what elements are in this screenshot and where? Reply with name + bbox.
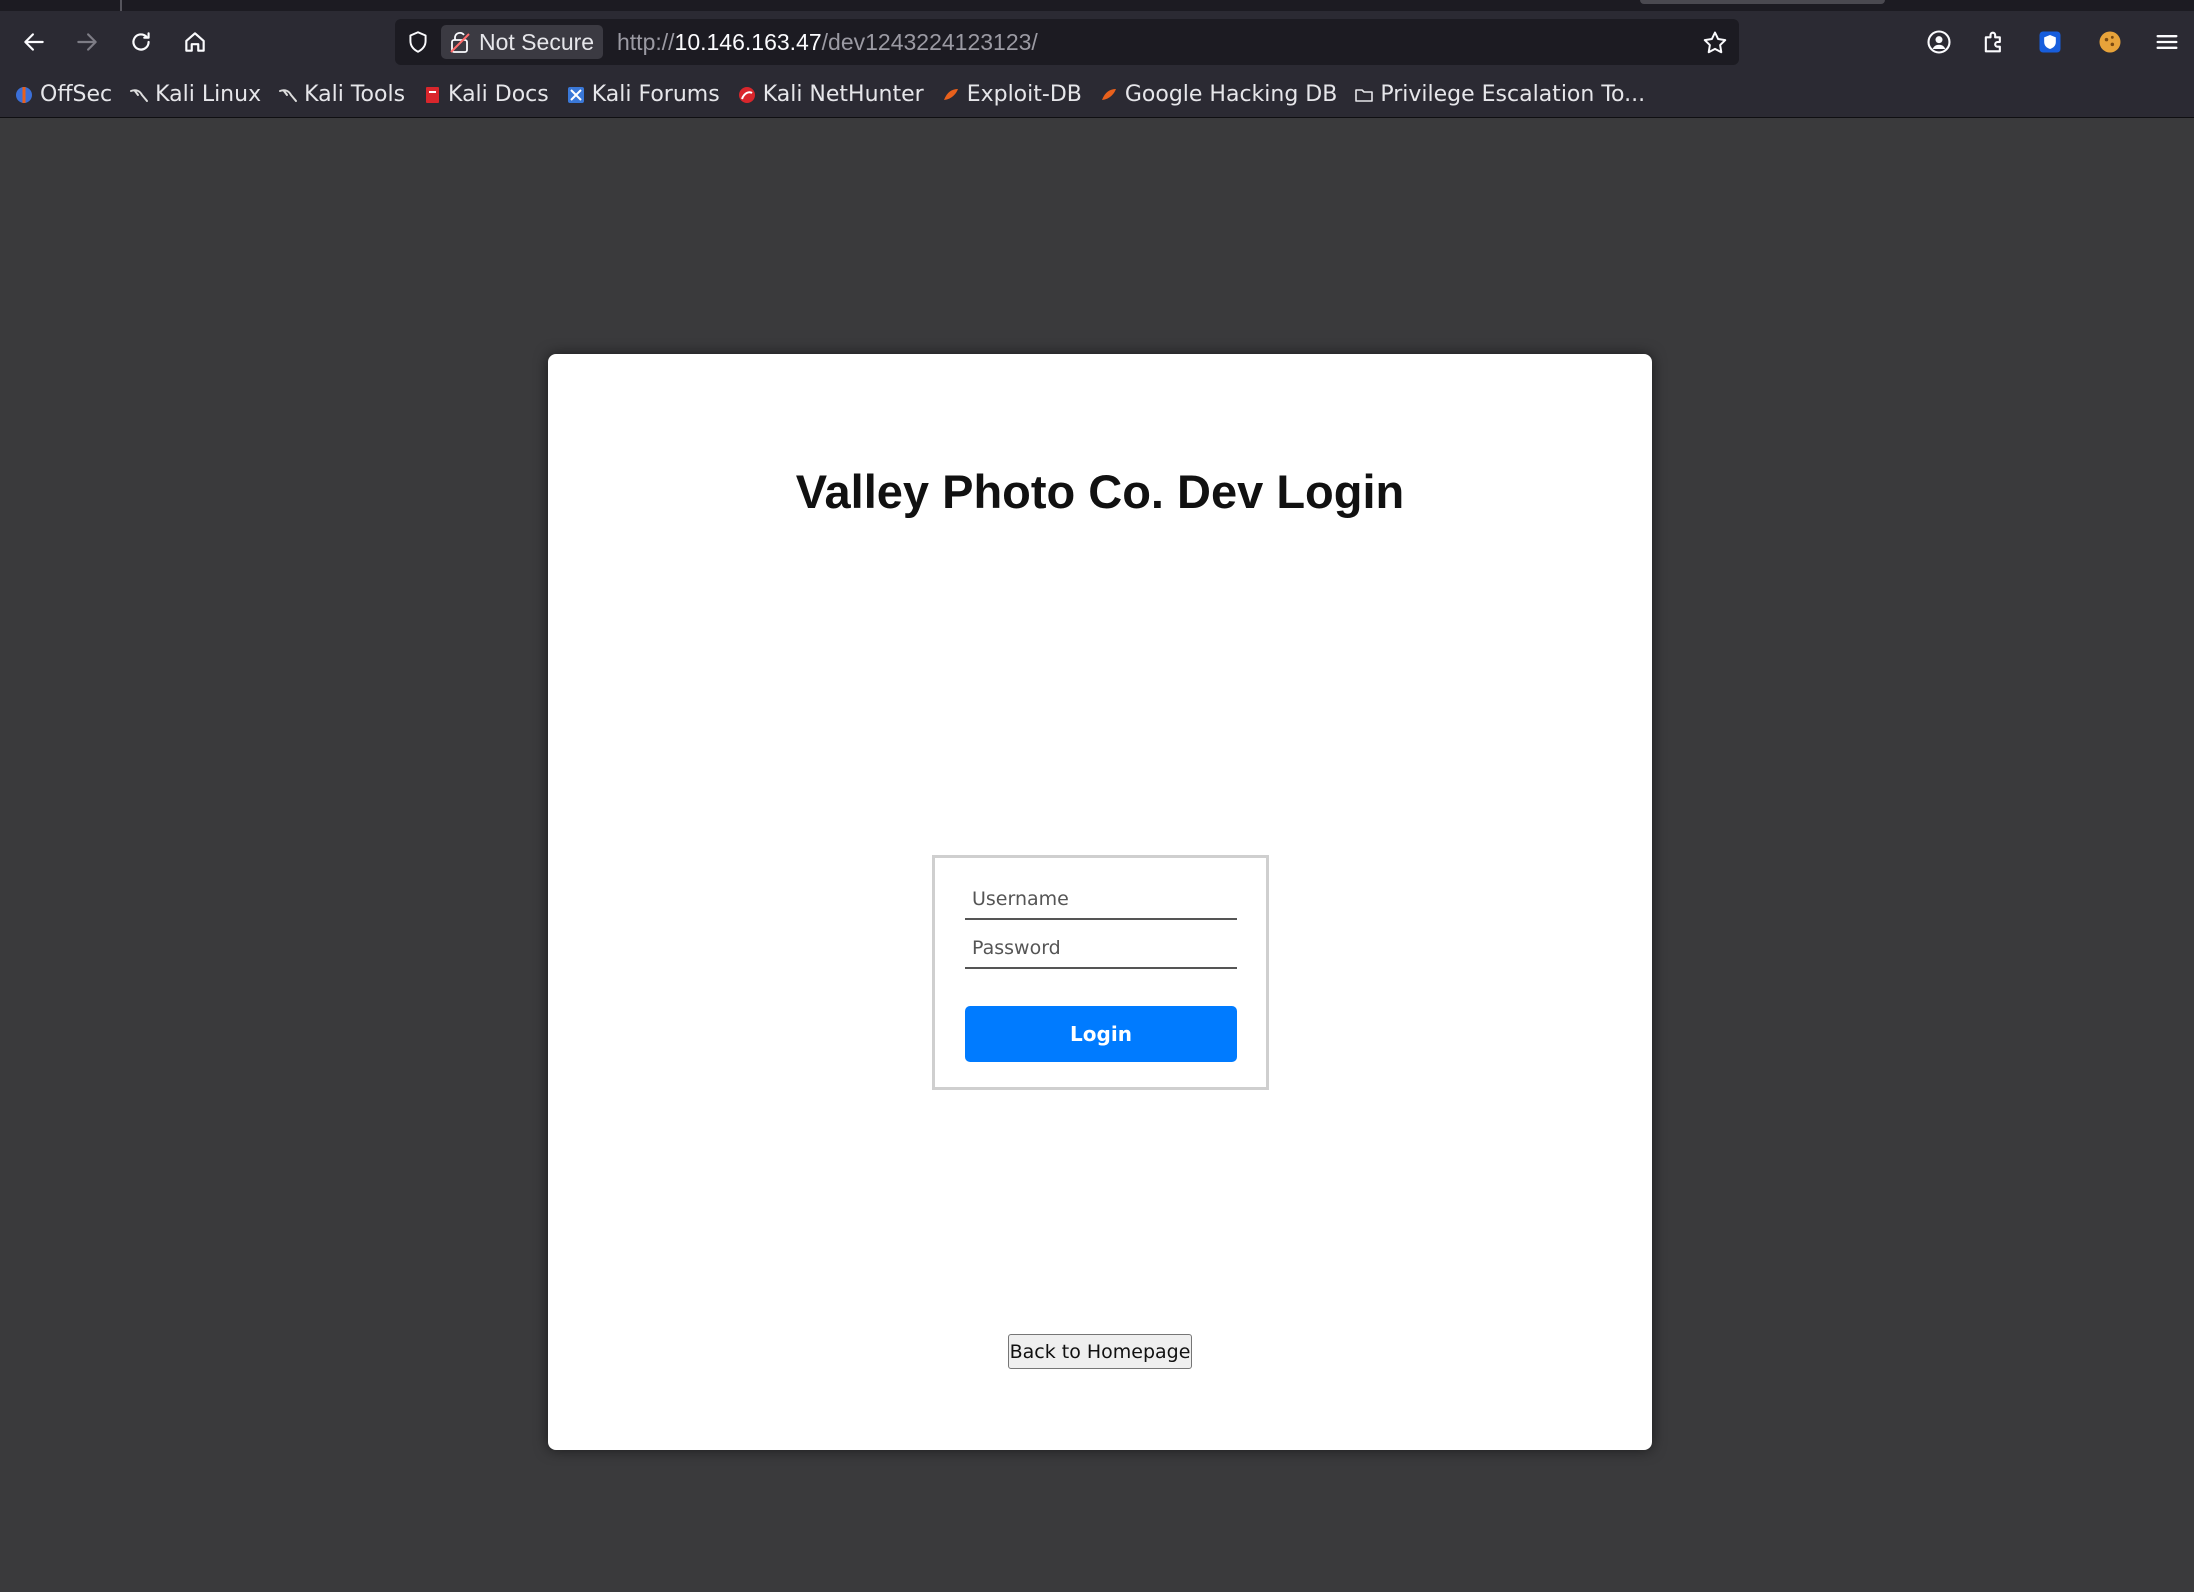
cookie-extension-button[interactable] — [2093, 25, 2127, 59]
bookmark-kali-docs[interactable]: Kali Docs — [422, 82, 549, 107]
nethunter-icon — [737, 85, 757, 105]
kali-dragon-icon — [129, 85, 149, 105]
bookmark-kali-linux[interactable]: Kali Linux — [129, 82, 261, 107]
kali-dragon-icon — [278, 85, 298, 105]
puzzle-icon — [1984, 31, 2001, 53]
bookmark-folder-privilege-escalation[interactable]: Privilege Escalation To... — [1354, 82, 1645, 107]
back-button[interactable] — [14, 22, 54, 62]
kali-docs-icon — [422, 85, 442, 105]
tab-separator — [120, 0, 122, 11]
offsec-icon — [14, 85, 34, 105]
navigation-toolbar: Not Secure http://10.146.163.47/dev12432… — [0, 11, 2194, 72]
home-icon — [185, 32, 205, 52]
home-button[interactable] — [175, 22, 215, 62]
bookmark-exploit-db[interactable]: Exploit-DB — [941, 82, 1082, 107]
url-text[interactable]: http://10.146.163.47/dev1243224123123/ — [617, 19, 1038, 65]
shield-extension-icon — [2039, 31, 2061, 53]
bookmark-google-hacking-db[interactable]: Google Hacking DB — [1099, 82, 1337, 107]
page-content: Valley Photo Co. Dev Login Login Back to… — [0, 119, 2194, 1592]
menu-button[interactable] — [2150, 25, 2184, 59]
password-input[interactable] — [965, 929, 1237, 969]
page-title: Valley Photo Co. Dev Login — [795, 465, 1405, 518]
login-form: Login — [932, 855, 1269, 1090]
exploit-db-icon — [941, 85, 961, 105]
reload-button[interactable] — [121, 22, 161, 62]
url-host: 10.146.163.47 — [674, 28, 822, 55]
arrow-left-icon — [24, 33, 44, 51]
tab-strip — [0, 0, 2194, 11]
account-icon — [1927, 30, 1951, 54]
arrow-right-icon — [77, 33, 97, 51]
account-button[interactable] — [1922, 25, 1956, 59]
ghdb-icon — [1099, 85, 1119, 105]
kali-forums-icon — [566, 85, 586, 105]
security-indicator[interactable]: Not Secure — [441, 25, 603, 59]
login-button[interactable]: Login — [965, 1006, 1237, 1062]
hamburger-menu-icon — [2156, 35, 2178, 49]
extensions-button[interactable] — [1977, 25, 2011, 59]
forward-button[interactable] — [67, 22, 107, 62]
url-path: /dev1243224123123/ — [821, 28, 1038, 55]
folder-icon — [1354, 85, 1374, 105]
bookmark-star-icon[interactable] — [1701, 29, 1729, 57]
bookmark-kali-nethunter[interactable]: Kali NetHunter — [737, 82, 924, 107]
url-scheme: http:// — [617, 28, 675, 55]
username-input[interactable] — [965, 880, 1237, 920]
back-to-homepage-button[interactable]: Back to Homepage — [1008, 1334, 1192, 1369]
security-label: Not Secure — [479, 28, 595, 55]
broken-lock-icon — [450, 32, 470, 53]
tab-indicator[interactable] — [1640, 0, 1885, 4]
bookmark-kali-tools[interactable]: Kali Tools — [278, 82, 405, 107]
address-bar[interactable]: Not Secure http://10.146.163.47/dev12432… — [395, 19, 1739, 65]
cookie-icon — [2099, 31, 2121, 53]
reload-icon — [132, 32, 150, 51]
bookmark-kali-forums[interactable]: Kali Forums — [566, 82, 720, 107]
bitwarden-button[interactable] — [2033, 25, 2067, 59]
bookmarks-toolbar: OffSec Kali Linux Kali Tools Kali Docs K… — [0, 72, 2194, 118]
tracking-protection-icon[interactable] — [405, 29, 431, 55]
login-card: Valley Photo Co. Dev Login Login Back to… — [548, 354, 1652, 1450]
bookmark-offsec[interactable]: OffSec — [14, 82, 112, 107]
